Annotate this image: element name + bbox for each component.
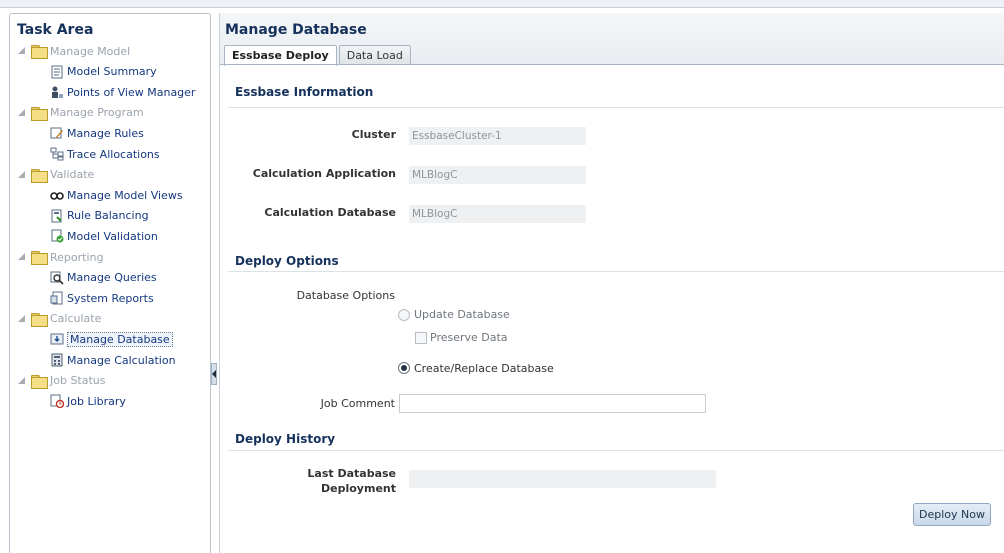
model-views-icon (50, 188, 64, 202)
tree-item-label: Job Library (67, 394, 126, 408)
tree-item-label: Manage Database (67, 331, 173, 347)
tree-category-label: Reporting (50, 250, 104, 264)
main-content: Manage Database Essbase Deploy Data Load… (219, 13, 1004, 553)
section-divider (228, 271, 1004, 272)
expand-triangle-icon[interactable] (18, 314, 26, 323)
tree-item-label: Manage Queries (67, 271, 157, 285)
calc-app-label: Calculation Application (252, 167, 396, 180)
calc-app-field: MLBlogC (409, 166, 586, 184)
tree-item[interactable]: Points of View Manager (50, 83, 195, 101)
job-comment-input[interactable] (399, 394, 706, 413)
folder-icon (31, 106, 48, 121)
job-comment-label: Job Comment (320, 397, 395, 410)
calculator-icon (50, 353, 64, 367)
expand-triangle-icon[interactable] (18, 253, 26, 261)
tree-item-label: System Reports (67, 291, 154, 305)
tree-item-label: Trace Allocations (67, 147, 160, 161)
calc-db-field: MLBlogC (409, 205, 586, 223)
top-strip (0, 0, 1004, 8)
tree-item[interactable]: Model Validation (50, 227, 158, 245)
expand-triangle-icon[interactable] (18, 376, 26, 385)
database-icon (50, 332, 64, 346)
last-deploy-label-line1: Last Database (307, 467, 396, 480)
rules-icon (50, 126, 64, 140)
create-replace-label: Create/Replace Database (414, 362, 554, 375)
trace-icon (50, 147, 64, 161)
folder-icon (31, 374, 48, 389)
tree-category-label: Validate (50, 168, 95, 182)
tree-category-label: Manage Program (50, 106, 144, 120)
tree-category[interactable]: Validate (18, 166, 94, 184)
tab-essbase-deploy[interactable]: Essbase Deploy (224, 45, 337, 66)
collapse-panel-icon[interactable] (211, 363, 217, 385)
section-divider (228, 450, 1004, 451)
tree-item-label: Model Summary (67, 65, 157, 79)
folder-icon (31, 168, 48, 183)
job-library-icon (50, 394, 65, 409)
create-replace-radio[interactable] (398, 362, 410, 374)
tree-category[interactable]: Reporting (18, 248, 103, 266)
update-db-label: Update Database (414, 308, 510, 321)
tab-data-load[interactable]: Data Load (338, 45, 411, 65)
cluster-label: Cluster (351, 128, 396, 141)
tree-item[interactable]: Manage Rules (50, 124, 144, 142)
tree-item-label: Rule Balancing (67, 209, 149, 223)
tree-item-label: Manage Model Views (67, 188, 183, 202)
folder-icon (31, 312, 48, 327)
expand-triangle-icon[interactable] (18, 47, 26, 55)
tree-item[interactable]: Model Summary (50, 63, 157, 81)
tree-item-label: Manage Calculation (67, 353, 176, 367)
tree-item-label: Points of View Manager (67, 85, 196, 99)
deploy-now-button[interactable]: Deploy Now (913, 503, 991, 526)
folder-icon (31, 251, 48, 265)
deploy-options-heading: Deploy Options (235, 254, 339, 268)
tree-item-label: Model Validation (67, 229, 158, 243)
last-deploy-label-line2: Deployment (321, 482, 396, 495)
tree-item[interactable]: Manage Calculation (50, 351, 176, 369)
expand-triangle-icon[interactable] (18, 170, 26, 179)
rule-balancing-icon (50, 209, 64, 223)
cluster-field: EssbaseCluster-1 (409, 127, 586, 145)
model-summary-icon (50, 65, 64, 79)
tree-category[interactable]: Manage Model (18, 42, 130, 60)
queries-icon (50, 271, 64, 285)
tree-category-label: Job Status (50, 374, 106, 388)
pov-manager-icon (50, 85, 64, 99)
main-header: Manage Database Essbase Deploy Data Load (220, 13, 1004, 66)
update-db-radio[interactable] (398, 309, 410, 321)
tree-category[interactable]: Manage Program (18, 104, 144, 122)
tab-bar: Essbase Deploy Data Load (224, 45, 413, 66)
reports-icon (50, 291, 64, 305)
panel-splitter[interactable] (211, 13, 219, 553)
tree-category-label: Manage Model (50, 44, 131, 58)
page-title: Manage Database (225, 22, 367, 38)
preserve-data-label: Preserve Data (430, 331, 508, 344)
tree-item[interactable]: Trace Allocations (50, 145, 160, 163)
tree-category-label: Calculate (50, 312, 102, 326)
expand-triangle-icon[interactable] (18, 108, 26, 117)
db-options-label: Database Options (296, 289, 395, 302)
calc-db-label: Calculation Database (264, 206, 396, 219)
preserve-data-checkbox[interactable] (415, 332, 427, 344)
tree-item[interactable]: Manage Model Views (50, 186, 183, 204)
tree-category[interactable]: Calculate (18, 310, 101, 328)
tab-divider (220, 64, 1004, 65)
tree-category[interactable]: Job Status (18, 372, 106, 390)
tree-item[interactable]: Job Library (50, 392, 126, 410)
last-deploy-field (409, 470, 716, 488)
deploy-history-heading: Deploy History (235, 432, 336, 446)
tree-item-label: Manage Rules (67, 126, 144, 140)
tree-item[interactable]: Rule Balancing (50, 207, 149, 225)
task-area-panel: Task Area Manage Model Model Summary Point… (9, 13, 211, 553)
tree-item[interactable]: Manage Queries (50, 269, 157, 287)
task-area-title: Task Area (17, 22, 94, 38)
folder-icon (31, 45, 48, 59)
tree-item[interactable]: System Reports (50, 289, 154, 307)
section-divider (228, 107, 1004, 108)
model-validation-icon (50, 229, 64, 243)
tree-item[interactable]: Manage Database (50, 330, 173, 348)
essbase-info-heading: Essbase Information (235, 85, 374, 99)
